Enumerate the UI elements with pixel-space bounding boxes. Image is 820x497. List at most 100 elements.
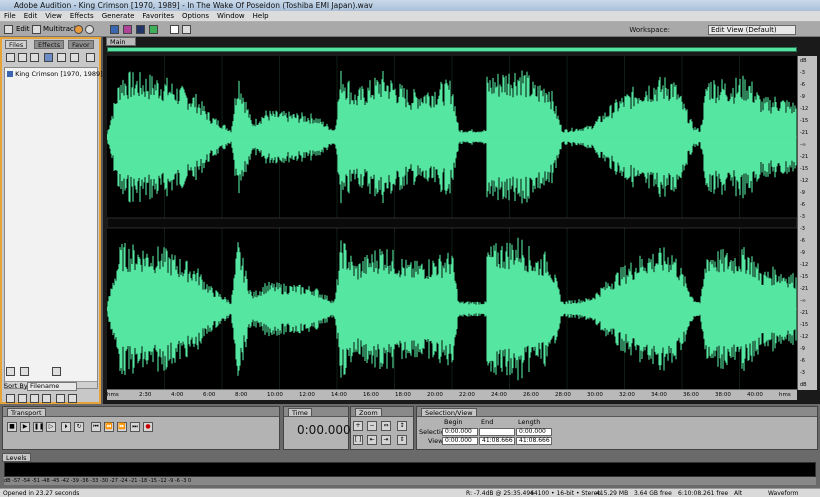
menu-edit[interactable]: Edit: [20, 11, 42, 22]
time-tick-label: 34:00: [651, 392, 667, 398]
edit-view-button[interactable]: Edit: [16, 24, 30, 35]
loop-button[interactable]: ↻: [74, 422, 84, 432]
amplitude-tick-label: -12: [800, 106, 809, 112]
zoom-in-horizontal-icon[interactable]: +: [353, 421, 363, 431]
close-file-icon[interactable]: [30, 53, 39, 62]
full-names-icon[interactable]: [56, 394, 65, 403]
time-selection-tool-icon[interactable]: [170, 25, 179, 34]
menu-effects[interactable]: Effects: [66, 11, 98, 22]
menu-options[interactable]: Options: [178, 11, 213, 22]
tab-time[interactable]: Time: [288, 408, 312, 417]
waveform-view-icon[interactable]: [149, 25, 158, 34]
tab-zoom[interactable]: Zoom: [355, 408, 382, 417]
edit-file-icon[interactable]: [57, 53, 66, 62]
go-to-end-button[interactable]: ⏭: [130, 422, 140, 432]
show-files-icon[interactable]: [6, 394, 15, 403]
menu-file[interactable]: File: [0, 11, 20, 22]
time-tick-label: 2:30: [139, 392, 152, 398]
sort-by-select[interactable]: Filename: [27, 382, 77, 391]
time-ruler[interactable]: hms 2:30 4:00 6:00 8:00 10:00 12:00 14:00 16:00 1…: [107, 389, 797, 400]
channel-divider: [107, 217, 797, 229]
open-file-icon[interactable]: [6, 53, 15, 62]
time-tick-label: 24:00: [491, 392, 507, 398]
amplitude-tick-label: -∞: [800, 298, 806, 304]
tab-main[interactable]: Main: [106, 37, 136, 46]
selection-begin-field[interactable]: 0:00.000: [442, 428, 478, 436]
tab-levels[interactable]: Levels: [2, 453, 31, 462]
tab-files[interactable]: Files: [5, 40, 28, 49]
play-preview-icon[interactable]: [70, 53, 79, 62]
spectral-pan-icon[interactable]: [136, 25, 145, 34]
spectral-pitch-icon[interactable]: [123, 25, 132, 34]
play-button[interactable]: ▶: [20, 422, 30, 432]
hybrid-tool-icon[interactable]: [182, 25, 191, 34]
go-to-beginning-button[interactable]: ⏮: [91, 422, 101, 432]
view-begin-field[interactable]: 0:00.000: [442, 437, 478, 445]
amplitude-tick-label: -12: [800, 178, 809, 184]
zoom-panel: Zoom + − ⇔ [ ] ⇤ ⇥ ↕ ⇕: [350, 406, 414, 450]
amplitude-tick-label: -12: [800, 334, 809, 340]
panel-options-icon[interactable]: [86, 53, 95, 62]
selection-length-field[interactable]: 0:00.000: [516, 428, 552, 436]
amplitude-tick-label: -6: [800, 238, 805, 244]
waveform-display[interactable]: [107, 56, 797, 390]
menu-view[interactable]: View: [41, 11, 66, 22]
show-video-icon[interactable]: [30, 394, 39, 403]
insert-multitrack-icon[interactable]: [44, 53, 53, 62]
zoom-out-horizontal-icon[interactable]: −: [367, 421, 377, 431]
view-end-field[interactable]: 41:08.666: [479, 437, 515, 445]
show-midi-icon[interactable]: [42, 394, 51, 403]
bottom-panels: Transport ■ ▶ ❚❚ ▷ ⏵ ↻ ⏮ ⏪ ⏩ ⏭ ● Time 0:…: [0, 404, 820, 452]
show-path-icon[interactable]: [68, 394, 77, 403]
pause-button[interactable]: ❚❚: [33, 422, 44, 432]
multitrack-view-button[interactable]: Multitrack: [43, 24, 78, 35]
selection-end-field[interactable]: [479, 428, 515, 436]
menu-help[interactable]: Help: [249, 11, 273, 22]
menu-generate[interactable]: Generate: [98, 11, 139, 22]
amplitude-tick-label: -9: [800, 346, 805, 352]
zoom-right-edge-icon[interactable]: ⇥: [381, 435, 391, 445]
amplitude-tick-label: -9: [800, 190, 805, 196]
view-length-field[interactable]: 41:08.666: [516, 437, 552, 445]
cd-icon[interactable]: [85, 25, 94, 34]
tab-effects[interactable]: Effects: [34, 40, 65, 49]
zoom-out-vertical-icon[interactable]: ⇕: [397, 435, 407, 445]
edit-view-icon[interactable]: [4, 25, 13, 34]
menu-window[interactable]: Window: [213, 11, 249, 22]
zoom-in-vertical-icon[interactable]: ↕: [397, 421, 407, 431]
amplitude-tick-label: -15: [800, 166, 809, 172]
multitrack-view-icon[interactable]: [32, 25, 41, 34]
time-tick-label: 32:00: [619, 392, 635, 398]
import-icon[interactable]: [18, 53, 27, 62]
autoplay-icon[interactable]: [6, 367, 15, 376]
col-end-label: End: [481, 418, 494, 426]
zoom-left-edge-icon[interactable]: ⇤: [367, 435, 377, 445]
amplitude-tick-label: -6: [800, 358, 805, 364]
tab-favorites[interactable]: Favor: [68, 40, 94, 49]
cd-view-icon[interactable]: [74, 25, 83, 34]
fast-forward-button[interactable]: ⏩: [117, 422, 127, 432]
tab-selection-view[interactable]: Selection/View: [421, 408, 477, 417]
workspace-select[interactable]: Edit View (Default): [708, 25, 796, 35]
status-file-size: 415.29 MB: [596, 490, 629, 497]
play-from-cursor-button[interactable]: ▷: [46, 422, 56, 432]
rewind-button[interactable]: ⏪: [104, 422, 114, 432]
loop-icon[interactable]: [20, 367, 29, 376]
zoom-to-selection-icon[interactable]: [ ]: [353, 435, 363, 445]
volume-icon[interactable]: [52, 367, 61, 376]
col-length-label: Length: [518, 418, 541, 426]
time-tick-label: 18:00: [395, 392, 411, 398]
play-to-end-button[interactable]: ⏵: [61, 422, 71, 432]
show-loops-icon[interactable]: [18, 394, 27, 403]
stop-button[interactable]: ■: [7, 422, 17, 432]
record-button[interactable]: ●: [143, 422, 153, 432]
audio-file-icon: [7, 71, 13, 77]
status-disk-free: 3.64 GB free: [634, 490, 672, 497]
menu-favorites[interactable]: Favorites: [138, 11, 178, 22]
overview-bar[interactable]: [107, 47, 797, 52]
time-tick-label: 12:00: [299, 392, 315, 398]
spectral-view-icon[interactable]: [110, 25, 119, 34]
tab-transport[interactable]: Transport: [7, 408, 46, 417]
amplitude-tick-label: -12: [800, 262, 809, 268]
zoom-out-full-icon[interactable]: ⇔: [381, 421, 391, 431]
